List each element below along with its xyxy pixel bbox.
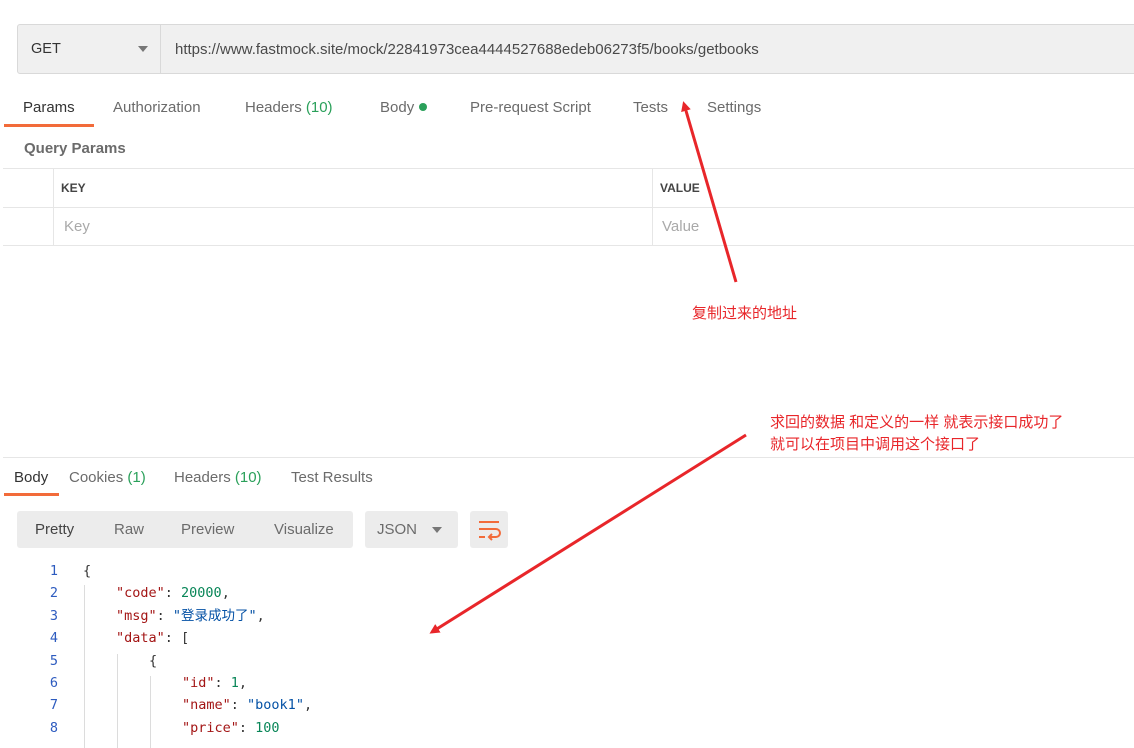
tab-label: Cookies [69, 469, 124, 486]
tab-label: Settings [707, 99, 762, 116]
line-number: 6 [49, 675, 58, 691]
indent-guide [150, 676, 151, 748]
format-select-label: JSON [377, 521, 418, 538]
tab-label: Params [23, 99, 75, 116]
tab-label: Body [14, 469, 49, 486]
active-tab-indicator [4, 124, 94, 127]
tab-label: Headers [174, 469, 231, 486]
indent-guide [84, 585, 85, 748]
tab-label: Body [380, 99, 415, 116]
annotation-address-note: 复制过来的地址 [692, 305, 798, 322]
request-url-bar: GET https://www.fastmock.site/mock/22841… [17, 24, 1134, 74]
value-input[interactable]: Value [653, 207, 1134, 245]
code-text: "name": "book1", [182, 697, 313, 714]
view-visualize-button[interactable]: Visualize [274, 511, 334, 548]
tab-count: (10) [305, 99, 333, 116]
response-tab-headers[interactable]: Headers (10) [174, 467, 262, 497]
tab-label: Pre-request Script [470, 99, 591, 116]
code-text: "id": 1, [182, 675, 248, 691]
chevron-down-icon [138, 46, 148, 52]
format-select[interactable]: JSON [365, 511, 458, 548]
code-text: "msg": "登录成功了", [116, 607, 265, 624]
response-tab-test-results[interactable]: Test Results [291, 467, 373, 497]
chevron-down-icon [432, 526, 442, 533]
view-raw-button[interactable]: Raw [114, 511, 144, 548]
table-header-row: KEY VALUE [3, 169, 1134, 208]
response-tab-cookies[interactable]: Cookies (1) [69, 467, 146, 497]
indent-guide [117, 654, 118, 748]
wrap-lines-icon [479, 521, 501, 541]
line-number: 4 [49, 630, 58, 647]
table-checkbox-cell [3, 207, 54, 245]
tab-count: (1) [127, 469, 146, 486]
tab-count: (10) [234, 469, 262, 486]
line-number: 1 [49, 563, 58, 579]
response-divider [3, 457, 1134, 458]
code-text: "data": [ [116, 630, 190, 647]
tab-headers[interactable]: Headers (10) [245, 97, 333, 127]
query-params-title: Query Params [24, 140, 126, 157]
method-label: GET [31, 41, 61, 57]
column-header-key: KEY [54, 169, 653, 207]
annotation-response-note-line1: 求回的数据 和定义的一样 就表示接口成功了 [770, 414, 1064, 431]
request-tabs: Params Authorization Headers (10) Body P… [0, 97, 1134, 127]
code-text: { [83, 563, 92, 579]
tab-label: Test Results [291, 469, 373, 486]
code-text: "code": 20000, [116, 585, 230, 602]
url-input[interactable]: https://www.fastmock.site/mock/22841973c… [161, 41, 759, 58]
tab-authorization[interactable]: Authorization [113, 97, 201, 127]
tab-body[interactable]: Body [380, 97, 428, 127]
line-number: 3 [49, 607, 58, 624]
wrap-lines-button[interactable] [470, 511, 508, 548]
view-preview-button[interactable]: Preview [181, 511, 234, 548]
query-params-table: KEY VALUE Key Value [3, 168, 1134, 246]
tab-params[interactable]: Params [23, 97, 75, 127]
code-text: { [149, 652, 158, 669]
key-input[interactable]: Key [54, 207, 653, 245]
status-dot-icon [419, 103, 428, 111]
line-number: 7 [49, 697, 58, 714]
response-tabs: Body Cookies (1) Headers (10) Test Resul… [0, 467, 1134, 493]
table-checkbox-column [3, 169, 54, 207]
line-number: 8 [49, 719, 58, 736]
line-number: 5 [49, 652, 58, 669]
code-text: "price": 100 [182, 719, 280, 736]
table-row: Key Value [3, 207, 1134, 246]
tab-label: Tests [633, 99, 669, 116]
view-mode-group: Pretty Raw Preview Visualize [17, 511, 353, 548]
tab-settings[interactable]: Settings [707, 97, 761, 127]
tab-label: Authorization [113, 99, 201, 116]
tab-tests[interactable]: Tests [633, 97, 668, 127]
view-pretty-button[interactable]: Pretty [35, 511, 74, 548]
method-select[interactable]: GET [18, 25, 161, 73]
column-header-value: VALUE [660, 181, 700, 195]
tab-label: Headers [245, 99, 302, 116]
annotation-response-note-line2: 就可以在项目中调用这个接口了 [770, 436, 981, 453]
tab-pre-request-script[interactable]: Pre-request Script [470, 97, 591, 127]
line-number: 2 [49, 585, 58, 602]
active-response-tab-indicator [4, 493, 59, 496]
